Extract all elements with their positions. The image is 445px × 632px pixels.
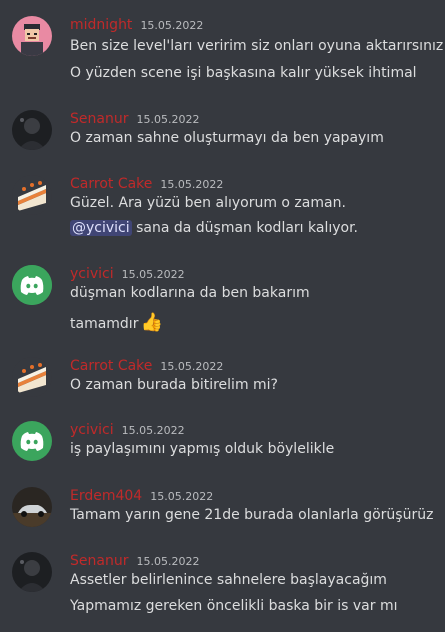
dark-avatar-icon	[12, 110, 52, 150]
message-text: O yüzden scene işi başkasına kalır yükse…	[70, 65, 417, 81]
dark-avatar-icon	[12, 552, 52, 592]
message-text: tamamdır	[70, 316, 139, 332]
timestamp: 15.05.2022	[160, 360, 224, 373]
avatar[interactable]	[12, 357, 52, 397]
user-mention[interactable]: @ycivici	[70, 220, 132, 236]
timestamp: 15.05.2022	[136, 113, 200, 126]
cake-avatar-icon	[12, 175, 52, 215]
timestamp: 15.05.2022	[136, 555, 200, 568]
avatar[interactable]	[12, 487, 52, 527]
timestamp: 15.05.2022	[160, 178, 224, 191]
message-text: iş paylaşımını yapmış olduk böylelikle	[70, 441, 335, 457]
message-text-with-emoji: tamamdır 👍	[70, 312, 163, 333]
message-text: Ben size level'ları veririm siz onları o…	[70, 38, 444, 54]
username[interactable]: ycivici	[70, 422, 114, 438]
message-text: O zaman burada bitirelim mi?	[70, 377, 278, 393]
avatar[interactable]	[12, 16, 52, 56]
message-text: Assetler belirlenince sahnelere başlayac…	[70, 572, 387, 588]
timestamp: 15.05.2022	[121, 268, 185, 281]
timestamp: 15.05.2022	[140, 19, 204, 32]
username[interactable]: Senanur	[70, 553, 128, 569]
timestamp: 15.05.2022	[121, 424, 185, 437]
message-text: düşman kodlarına da ben bakarım	[70, 285, 310, 301]
pixel-avatar-icon	[12, 16, 52, 56]
discord-avatar-icon	[12, 421, 52, 461]
username[interactable]: Senanur	[70, 111, 128, 127]
car-avatar-icon	[12, 487, 52, 527]
avatar[interactable]	[12, 110, 52, 150]
message-text: O zaman sahne oluşturmayı da ben yapayım	[70, 130, 384, 146]
username[interactable]: Erdem404	[70, 488, 142, 504]
cake-avatar-icon	[12, 357, 52, 397]
username[interactable]: ycivici	[70, 266, 114, 282]
message-text-with-mention: @ycivici sana da düşman kodları kalıyor.	[70, 220, 358, 236]
username[interactable]: Carrot Cake	[70, 358, 152, 374]
message-text: Güzel. Ara yüzü ben alıyorum o zaman.	[70, 195, 346, 211]
username[interactable]: Carrot Cake	[70, 176, 152, 192]
thumbs-up-emoji: 👍	[140, 312, 163, 333]
avatar[interactable]	[12, 175, 52, 215]
discord-avatar-icon	[12, 265, 52, 305]
timestamp: 15.05.2022	[150, 490, 214, 503]
avatar[interactable]	[12, 265, 52, 305]
avatar[interactable]	[12, 552, 52, 592]
username[interactable]: midnight	[70, 17, 132, 33]
message-text: sana da düşman kodları kalıyor.	[136, 220, 358, 236]
message-text: Yapmamız gereken öncelikli baska bir is …	[70, 598, 398, 614]
message-text: Tamam yarın gene 21de burada olanlarla g…	[70, 507, 434, 523]
avatar[interactable]	[12, 421, 52, 461]
